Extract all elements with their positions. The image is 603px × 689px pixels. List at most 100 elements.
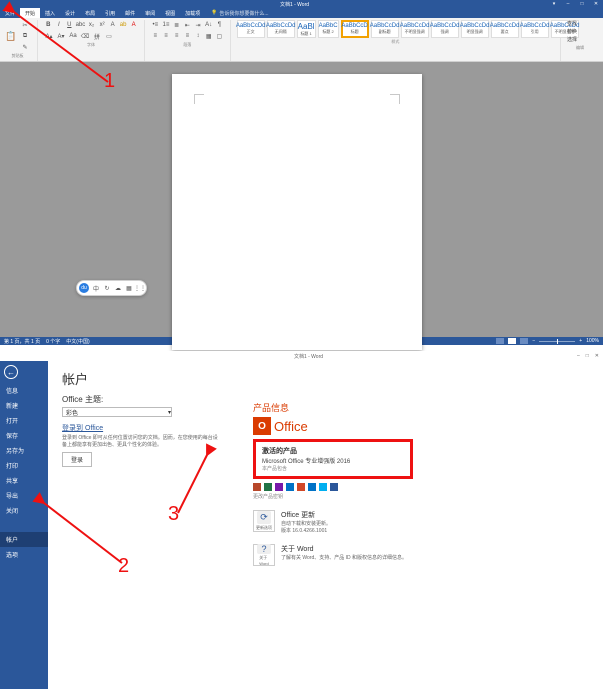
style-normal[interactable]: AaBbCcDd正文 — [237, 20, 265, 38]
style-intense-emph[interactable]: AaBbCcDd明显强调 — [461, 20, 489, 38]
grow-font-button[interactable]: A▴ — [44, 31, 54, 41]
maximize-icon[interactable]: □ — [577, 1, 587, 8]
copy-button[interactable]: ⧉ — [20, 31, 30, 41]
tab-addins[interactable]: 加载项 — [180, 8, 205, 18]
style-subtle-emph[interactable]: AaBbCcDd不明显强调 — [401, 20, 429, 38]
tab-view[interactable]: 视图 — [160, 8, 180, 18]
tool-sync-icon[interactable]: ↻ — [103, 284, 111, 292]
style-nospacing[interactable]: AaBbCcDd无间隔 — [267, 20, 295, 38]
floating-toolbar[interactable]: du 中 ↻ ☁ ▦ ⋮⋮ — [76, 280, 147, 296]
dec-indent-button[interactable]: ⇤ — [183, 20, 192, 30]
highlight-button[interactable]: ab — [119, 20, 128, 30]
document-area[interactable]: du 中 ↻ ☁ ▦ ⋮⋮ — [0, 62, 603, 337]
style-subtitle[interactable]: AaBbCcDd副标题 — [371, 20, 399, 38]
back-arrow-button[interactable]: ← — [4, 365, 18, 379]
underline-button[interactable]: U — [65, 20, 74, 30]
tool-grid-icon[interactable]: ▦ — [125, 284, 133, 292]
style-strong[interactable]: AaBbCcDd要点 — [491, 20, 519, 38]
shrink-font-button[interactable]: A▾ — [56, 31, 66, 41]
tab-design[interactable]: 设计 — [60, 8, 80, 18]
show-marks-button[interactable]: ¶ — [215, 20, 224, 30]
sidebar-item-close[interactable]: 关闭 — [0, 503, 48, 518]
minimize-icon[interactable]: – — [563, 1, 573, 8]
italic-button[interactable]: I — [55, 20, 64, 30]
sidebar-item-new[interactable]: 新建 — [0, 398, 48, 413]
sidebar-item-saveas[interactable]: 另存为 — [0, 443, 48, 458]
select-button[interactable]: 选择 — [567, 36, 593, 44]
replace-button[interactable]: 替换 — [567, 28, 593, 36]
tab-insert[interactable]: 插入 — [40, 8, 60, 18]
view-read-button[interactable] — [496, 338, 504, 344]
sign-in-button[interactable]: 登录 — [62, 452, 92, 467]
status-words[interactable]: 0 个字 — [46, 338, 60, 345]
tell-me-search[interactable]: 💡 告诉我你想要做什么... — [211, 8, 268, 18]
tool-cloud-icon[interactable]: ☁ — [114, 284, 122, 292]
styles-gallery[interactable]: AaBbCcDd正文 AaBbCcDd无间隔 AaBl标题 1 AaBbC标题 … — [237, 20, 554, 38]
borders-button[interactable]: ▢ — [215, 31, 224, 41]
line-spacing-button[interactable]: ↕ — [194, 31, 203, 41]
view-web-button[interactable] — [520, 338, 528, 344]
tab-home[interactable]: 开始 — [20, 8, 40, 18]
sidebar-item-options[interactable]: 选项 — [0, 547, 48, 562]
close-icon[interactable]: ✕ — [595, 353, 599, 359]
style-title[interactable]: AaBbCcD标题 — [341, 20, 369, 38]
status-lang[interactable]: 中文(中国) — [66, 338, 89, 345]
style-quote[interactable]: AaBbCcDd引用 — [521, 20, 549, 38]
align-center-button[interactable]: ≡ — [162, 31, 171, 41]
numbering-button[interactable]: 1≡ — [162, 20, 171, 30]
subscript-button[interactable]: x₂ — [87, 20, 96, 30]
tab-file[interactable]: 文件 — [0, 8, 20, 18]
shading-button[interactable]: ▦ — [204, 31, 213, 41]
change-key-link[interactable]: 更改产品密钥 — [253, 493, 503, 500]
style-emphasis[interactable]: AaBbCcDd强调 — [431, 20, 459, 38]
zoom-in-button[interactable]: + — [579, 338, 582, 344]
minimize-icon[interactable]: – — [577, 353, 580, 359]
text-effect-button[interactable]: A — [108, 20, 117, 30]
close-icon[interactable]: ✕ — [591, 1, 601, 8]
superscript-button[interactable]: x² — [98, 20, 107, 30]
inc-indent-button[interactable]: ⇥ — [194, 20, 203, 30]
sidebar-item-share[interactable]: 共享 — [0, 473, 48, 488]
theme-select[interactable]: 彩色 ▾ — [62, 407, 172, 417]
tab-references[interactable]: 引用 — [100, 8, 120, 18]
tool-text-icon[interactable]: 中 — [92, 284, 100, 292]
sort-button[interactable]: A↓ — [204, 20, 213, 30]
page[interactable] — [172, 74, 422, 350]
sidebar-item-account[interactable]: 帐户 — [0, 532, 48, 547]
update-options-button[interactable]: ⟳ 更新选项 — [253, 510, 275, 532]
style-heading2[interactable]: AaBbC标题 2 — [318, 20, 339, 38]
sidebar-item-save[interactable]: 保存 — [0, 428, 48, 443]
bold-button[interactable]: B — [44, 20, 53, 30]
status-page[interactable]: 第 1 页，共 1 页 — [4, 338, 40, 345]
ribbon-options-icon[interactable]: ▾ — [549, 1, 559, 8]
about-word-button[interactable]: ? 关于 Word — [253, 544, 275, 566]
cut-button[interactable]: ✂ — [20, 20, 30, 30]
sidebar-item-print[interactable]: 打印 — [0, 458, 48, 473]
char-border-button[interactable]: ▭ — [104, 31, 114, 41]
find-button[interactable]: 查找 — [567, 20, 593, 28]
phonetic-button[interactable]: 拼 — [92, 31, 102, 41]
sidebar-item-export[interactable]: 导出 — [0, 488, 48, 503]
paste-button[interactable]: 📋 — [4, 28, 18, 44]
view-print-button[interactable] — [508, 338, 516, 344]
font-color-button[interactable]: A — [129, 20, 138, 30]
sidebar-item-info[interactable]: 信息 — [0, 383, 48, 398]
strike-button[interactable]: abc — [76, 20, 86, 30]
zoom-slider[interactable] — [539, 341, 575, 342]
maximize-icon[interactable]: □ — [586, 353, 589, 359]
baidu-icon[interactable]: du — [79, 283, 89, 293]
clear-format-button[interactable]: ⌫ — [80, 31, 90, 41]
tab-review[interactable]: 审阅 — [140, 8, 160, 18]
sidebar-item-open[interactable]: 打开 — [0, 413, 48, 428]
justify-button[interactable]: ≡ — [183, 31, 192, 41]
align-right-button[interactable]: ≡ — [172, 31, 181, 41]
change-case-button[interactable]: Aa — [68, 31, 78, 41]
tab-layout[interactable]: 布局 — [80, 8, 100, 18]
bullets-button[interactable]: •≡ — [151, 20, 160, 30]
zoom-out-button[interactable]: − — [532, 338, 535, 344]
align-left-button[interactable]: ≡ — [151, 31, 160, 41]
format-painter-button[interactable]: ✎ — [20, 42, 30, 52]
tool-more-icon[interactable]: ⋮⋮ — [136, 284, 144, 292]
style-heading1[interactable]: AaBl标题 1 — [297, 20, 316, 38]
tab-mailings[interactable]: 邮件 — [120, 8, 140, 18]
